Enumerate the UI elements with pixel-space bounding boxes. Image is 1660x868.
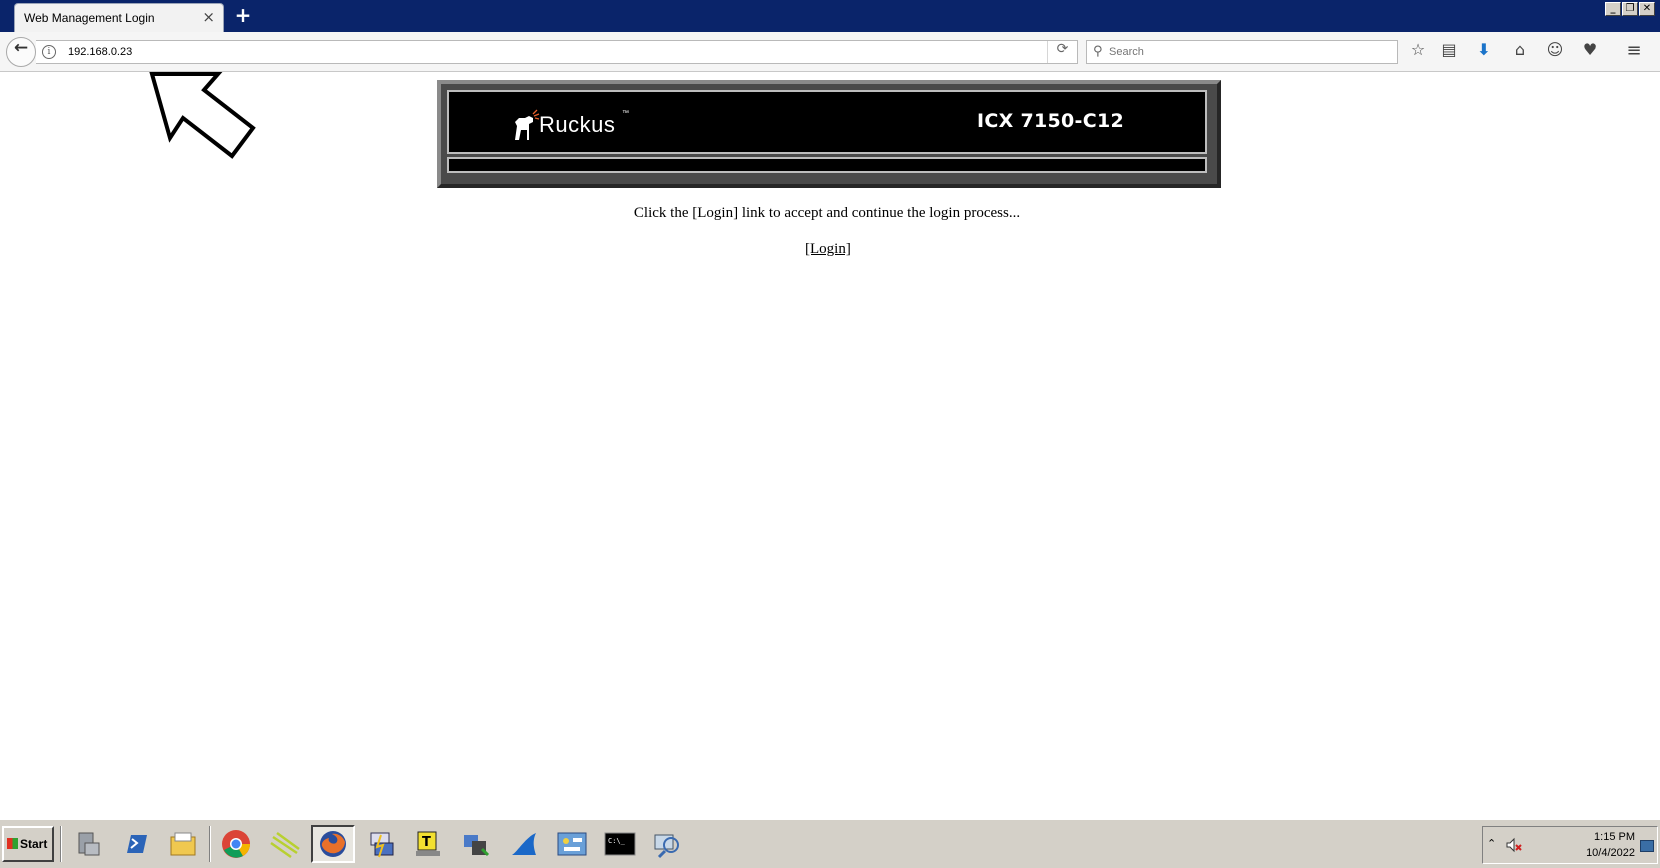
back-arrow-icon: ← bbox=[13, 38, 29, 58]
chat-icon[interactable]: ☺ bbox=[1543, 40, 1567, 64]
login-link[interactable]: [Login] bbox=[805, 241, 851, 258]
windows-flag-icon bbox=[7, 838, 18, 849]
text-editor-icon[interactable]: T bbox=[406, 825, 450, 863]
restore-button[interactable]: ❐ bbox=[1622, 2, 1638, 16]
wireshark-icon[interactable] bbox=[502, 825, 546, 863]
navigation-bar: i 192.168.0.23 ⟳ ← ⚲ ☆ ▤ ⬇ ⌂ ☺ ♥ ≡ bbox=[0, 32, 1660, 72]
minimize-button[interactable]: _ bbox=[1605, 2, 1621, 16]
taskbar: Start T C:\_ ⌃ 1:15 PM 10/4/2022 bbox=[0, 818, 1660, 868]
chrome-icon[interactable] bbox=[214, 825, 258, 863]
svg-text:C:\_: C:\_ bbox=[608, 837, 626, 845]
search-icon: ⚲ bbox=[1093, 44, 1103, 59]
bookmark-star-icon[interactable]: ☆ bbox=[1406, 40, 1430, 64]
tab-title: Web Management Login bbox=[24, 11, 155, 25]
clock-date[interactable]: 10/4/2022 bbox=[1586, 847, 1635, 859]
close-window-button[interactable]: ✕ bbox=[1639, 2, 1655, 16]
device-banner: Ruckus ™ ICX 7150-C12 bbox=[437, 80, 1221, 188]
firefox-icon[interactable] bbox=[311, 825, 355, 863]
certificate-tool-icon[interactable] bbox=[454, 825, 498, 863]
command-prompt-icon[interactable]: C:\_ bbox=[598, 825, 642, 863]
ruckus-dog-icon bbox=[515, 109, 540, 140]
start-label: Start bbox=[20, 837, 48, 851]
logo-trademark: ™ bbox=[622, 110, 629, 117]
show-desktop-icon[interactable] bbox=[1640, 840, 1654, 852]
search-bar[interactable]: ⚲ bbox=[1086, 40, 1398, 64]
bookmarks-library-icon[interactable]: ▤ bbox=[1437, 40, 1461, 64]
banner-footer-bar bbox=[447, 157, 1207, 173]
powershell-icon[interactable] bbox=[114, 825, 158, 863]
control-panel-icon[interactable] bbox=[550, 825, 594, 863]
clock-time[interactable]: 1:15 PM bbox=[1594, 831, 1635, 843]
start-button[interactable]: Start bbox=[2, 826, 54, 862]
remote-desktop-icon[interactable] bbox=[359, 825, 403, 863]
ruckus-logo: Ruckus ™ bbox=[511, 106, 631, 142]
file-explorer-icon[interactable] bbox=[161, 825, 205, 863]
pocket-icon[interactable]: ♥ bbox=[1578, 40, 1602, 64]
svg-text:T: T bbox=[422, 835, 431, 850]
network-tool-icon[interactable] bbox=[263, 825, 307, 863]
downloads-icon[interactable]: ⬇ bbox=[1472, 40, 1496, 64]
login-instruction-text: Click the [Login] link to accept and con… bbox=[633, 205, 1021, 221]
url-text[interactable]: 192.168.0.23 bbox=[68, 46, 132, 58]
taskbar-separator bbox=[60, 826, 62, 862]
back-button[interactable]: ← bbox=[6, 37, 36, 67]
close-tab-icon[interactable]: × bbox=[202, 8, 215, 26]
home-icon[interactable]: ⌂ bbox=[1508, 40, 1532, 64]
network-explorer-icon[interactable] bbox=[646, 825, 690, 863]
logo-text: Ruckus bbox=[539, 112, 616, 137]
volume-muted-icon[interactable] bbox=[1505, 837, 1523, 853]
info-icon[interactable]: i bbox=[42, 45, 56, 59]
new-tab-button[interactable]: + bbox=[233, 5, 253, 25]
search-input[interactable] bbox=[1109, 43, 1389, 61]
reload-icon[interactable]: ⟳ bbox=[1047, 41, 1077, 63]
show-hidden-icons-icon[interactable]: ⌃ bbox=[1487, 837, 1496, 850]
banner-header: Ruckus ™ ICX 7150-C12 bbox=[447, 90, 1207, 154]
browser-tab[interactable]: Web Management Login × bbox=[14, 3, 224, 32]
system-tray: ⌃ 1:15 PM 10/4/2022 bbox=[1482, 826, 1658, 864]
device-model: ICX 7150-C12 bbox=[977, 110, 1125, 132]
address-bar[interactable]: i 192.168.0.23 ⟳ bbox=[36, 40, 1078, 64]
server-manager-icon[interactable] bbox=[66, 825, 110, 863]
browser-title-bar: Web Management Login × + _ ❐ ✕ bbox=[0, 0, 1660, 32]
menu-icon[interactable]: ≡ bbox=[1622, 40, 1646, 64]
taskbar-separator bbox=[209, 826, 211, 862]
pointer-arrow-icon bbox=[149, 72, 256, 159]
login-instruction: Click the [Login] link to accept and con… bbox=[0, 205, 1660, 222]
